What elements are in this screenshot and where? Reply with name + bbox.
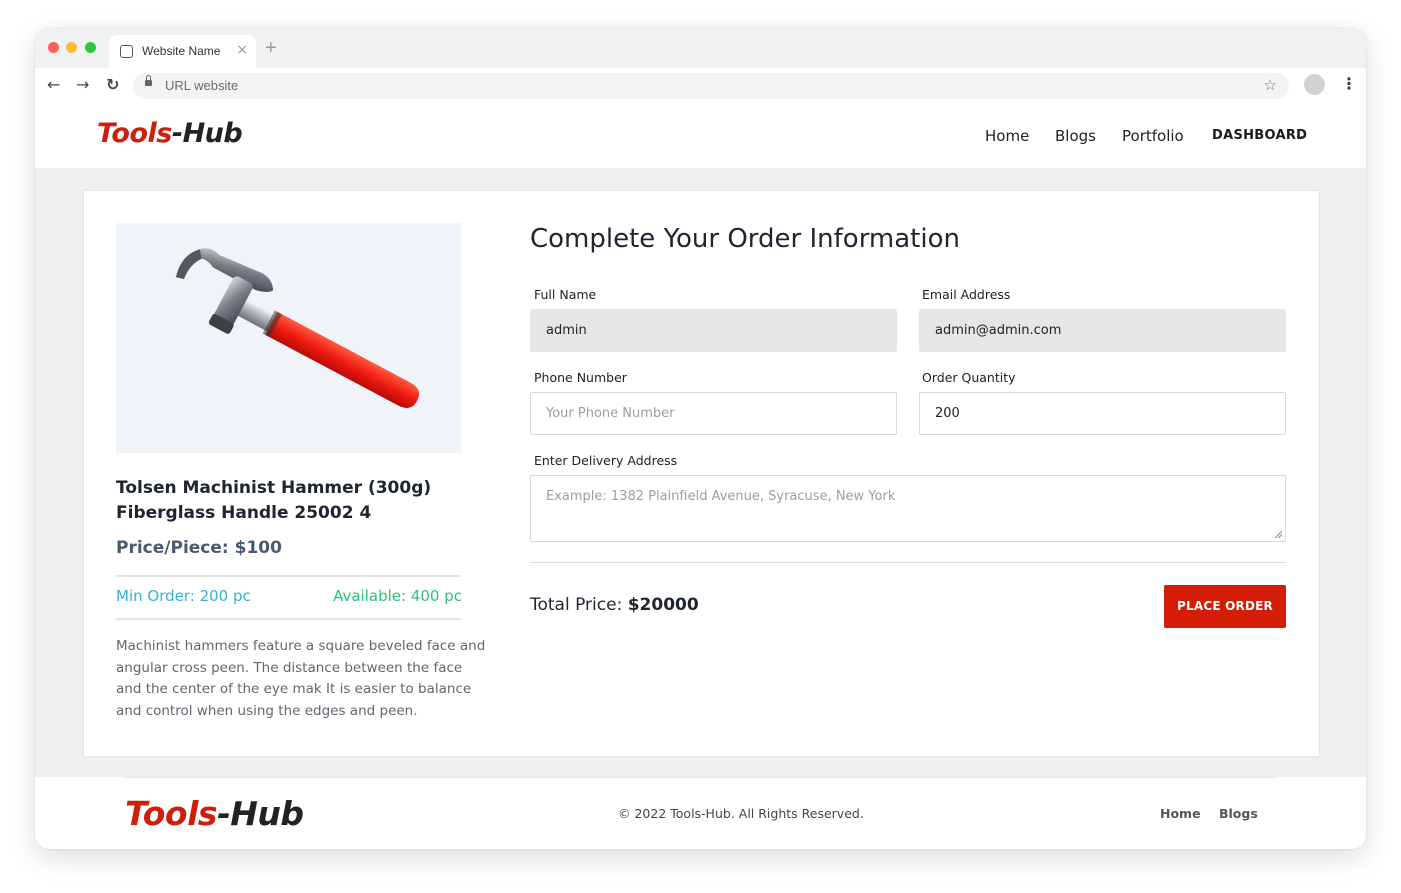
quantity-label: Order Quantity [922,370,1016,385]
nav-portfolio[interactable]: Portfolio [1122,127,1184,145]
order-card: Tolsen Machinist Hammer (300g) Fiberglas… [83,190,1320,757]
new-tab-icon[interactable]: + [265,38,277,58]
url-text: URL website [165,78,239,93]
total-price: Total Price: $20000 [530,595,699,615]
tab-title: Website Name [142,44,221,58]
logo-text-secondary: -Hub [217,794,304,833]
footer-link-blogs[interactable]: Blogs [1219,806,1258,821]
nav-home[interactable]: Home [985,127,1029,145]
product-title: Tolsen Machinist Hammer (300g) Fiberglas… [116,478,432,523]
address-placeholder: Example: 1382 Plainfield Avenue, Syracus… [546,489,896,504]
site-header: Tools-Hub Home Blogs Portfolio DASHBOARD… [35,103,1366,168]
quantity-input[interactable]: 200 [919,392,1286,435]
forward-icon[interactable]: → [76,75,89,95]
address-bar[interactable]: URL website ☆ [133,73,1289,99]
browser-menu-icon[interactable]: ⋮ [1341,73,1357,95]
divider [116,575,461,577]
phone-input[interactable]: Your Phone Number [530,392,897,435]
logo-text-primary: Tools [97,118,172,149]
email-field[interactable]: admin@admin.com [919,309,1286,352]
email-label: Email Address [922,287,1011,302]
total-label: Total Price: [530,595,623,615]
chevron-down-icon[interactable]: ⌄ [1294,128,1305,143]
resize-handle-icon[interactable] [1275,531,1282,538]
total-value: $20000 [627,595,699,615]
footer-divider [125,777,1275,778]
maximize-window-button[interactable] [85,42,96,53]
reload-icon[interactable]: ↻ [106,75,119,95]
address-label: Enter Delivery Address [534,453,678,468]
browser-tab[interactable]: Website Name × [109,35,256,68]
hammer-icon [175,248,419,408]
copyright-text: © 2022 Tools-Hub. All Rights Reserved. [618,806,864,821]
browser-window: Website Name × + ← → ↻ URL website ☆ ⋮ T… [35,28,1366,849]
close-tab-icon[interactable]: × [236,42,248,58]
full-name-field[interactable]: admin [530,309,897,352]
site-logo[interactable]: Tools-Hub [97,118,243,149]
address-toolbar: ← → ↻ URL website ☆ ⋮ [35,68,1366,103]
form-title: Complete Your Order Information [530,224,960,254]
profile-avatar[interactable] [1304,74,1325,95]
logo-text-primary: Tools [125,794,218,833]
close-window-button[interactable] [48,42,59,53]
form-divider [530,562,1286,563]
product-description: Machinist hammers feature a square bevel… [116,638,486,719]
available-stock: Available: 400 pc [333,587,462,605]
bookmark-star-icon[interactable]: ☆ [1264,76,1277,94]
address-textarea[interactable]: Example: 1382 Plainfield Avenue, Syracus… [530,475,1286,542]
nav-dashboard[interactable]: DASHBOARD [1212,128,1307,143]
tab-bar: Website Name × + [35,28,1366,68]
divider [116,618,461,620]
back-icon[interactable]: ← [47,75,60,95]
site-footer: Tools-Hub © 2022 Tools-Hub. All Rights R… [35,777,1366,849]
place-order-button[interactable]: PLACE ORDER [1164,585,1286,628]
minimize-window-button[interactable] [66,42,77,53]
logo-text-secondary: -Hub [171,118,243,149]
nav-blogs[interactable]: Blogs [1055,127,1096,145]
min-order: Min Order: 200 pc [116,587,251,605]
product-image [116,223,461,453]
phone-label: Phone Number [534,370,627,385]
full-name-label: Full Name [534,287,597,302]
footer-link-home[interactable]: Home [1160,806,1201,821]
page-icon [120,45,133,58]
footer-logo[interactable]: Tools-Hub [125,794,304,833]
product-price: Price/Piece: $100 [116,538,282,558]
lock-icon [145,75,152,86]
